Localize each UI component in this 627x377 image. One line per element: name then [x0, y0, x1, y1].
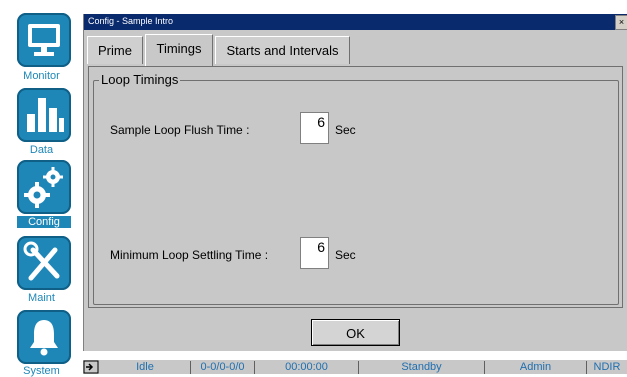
system-tile[interactable] — [17, 310, 71, 364]
sample-loop-flush-time-input[interactable]: 6 — [300, 112, 329, 144]
sidebar: Monitor Data Config Maint System — [0, 0, 83, 377]
status-bar: Idle 0-0/0-0/0 00:00:00 Standby Admin ND… — [83, 360, 627, 374]
nav-system[interactable]: System — [0, 308, 83, 377]
tab-panel: Loop Timings Sample Loop Flush Time : 6 … — [88, 66, 623, 308]
nav-data[interactable]: Data — [0, 86, 83, 160]
gears-icon — [24, 167, 63, 208]
sample-loop-flush-time-label: Sample Loop Flush Time : — [110, 123, 250, 137]
close-button[interactable]: × — [615, 15, 627, 30]
nav-label-config: Config — [17, 216, 71, 228]
status-user: Admin — [485, 361, 587, 374]
tab-prime[interactable]: Prime — [87, 36, 143, 64]
dialog-titlebar: Config - Sample Intro × — [84, 14, 627, 30]
nav-config[interactable]: Config — [0, 160, 83, 234]
maint-tile[interactable] — [17, 236, 71, 290]
ok-button[interactable]: OK — [311, 319, 400, 346]
sample-loop-flush-time-unit: Sec — [335, 123, 356, 137]
dialog-title: Config - Sample Intro — [88, 16, 174, 26]
minimum-loop-settling-time-input[interactable]: 6 — [300, 237, 329, 269]
nav-label-system: System — [23, 365, 60, 377]
status-time: 00:00:00 — [255, 361, 359, 374]
nav-monitor[interactable]: Monitor — [0, 0, 83, 86]
status-mode: Standby — [359, 361, 485, 374]
bar-chart-icon — [27, 98, 64, 132]
login-arrow-icon[interactable] — [83, 360, 99, 374]
tab-timings[interactable]: Timings — [145, 34, 213, 66]
config-dialog: Config - Sample Intro × Prime Timings St… — [83, 14, 627, 351]
nav-label-data: Data — [29, 144, 54, 156]
monitor-tile[interactable] — [17, 13, 71, 67]
status-counter: 0-0/0-0/0 — [191, 361, 255, 374]
status-detector: NDIR — [593, 361, 621, 373]
tab-starts-and-intervals[interactable]: Starts and Intervals — [215, 36, 350, 64]
nav-label-monitor: Monitor — [23, 70, 60, 82]
loop-timings-group: Loop Timings Sample Loop Flush Time : 6 … — [93, 72, 619, 305]
config-tile[interactable] — [17, 160, 71, 214]
minimum-loop-settling-time-unit: Sec — [335, 248, 356, 262]
status-state: Idle — [100, 361, 191, 374]
nav-maint[interactable]: Maint — [0, 234, 83, 308]
group-legend: Loop Timings — [99, 72, 181, 87]
tab-bar: Prime Timings Starts and Intervals — [84, 34, 627, 66]
bell-icon — [30, 320, 58, 356]
nav-label-maint: Maint — [28, 292, 55, 304]
monitor-icon — [28, 24, 60, 56]
data-tile[interactable] — [17, 88, 71, 142]
minimum-loop-settling-time-label: Minimum Loop Settling Time : — [110, 248, 269, 262]
tools-icon — [23, 241, 60, 281]
